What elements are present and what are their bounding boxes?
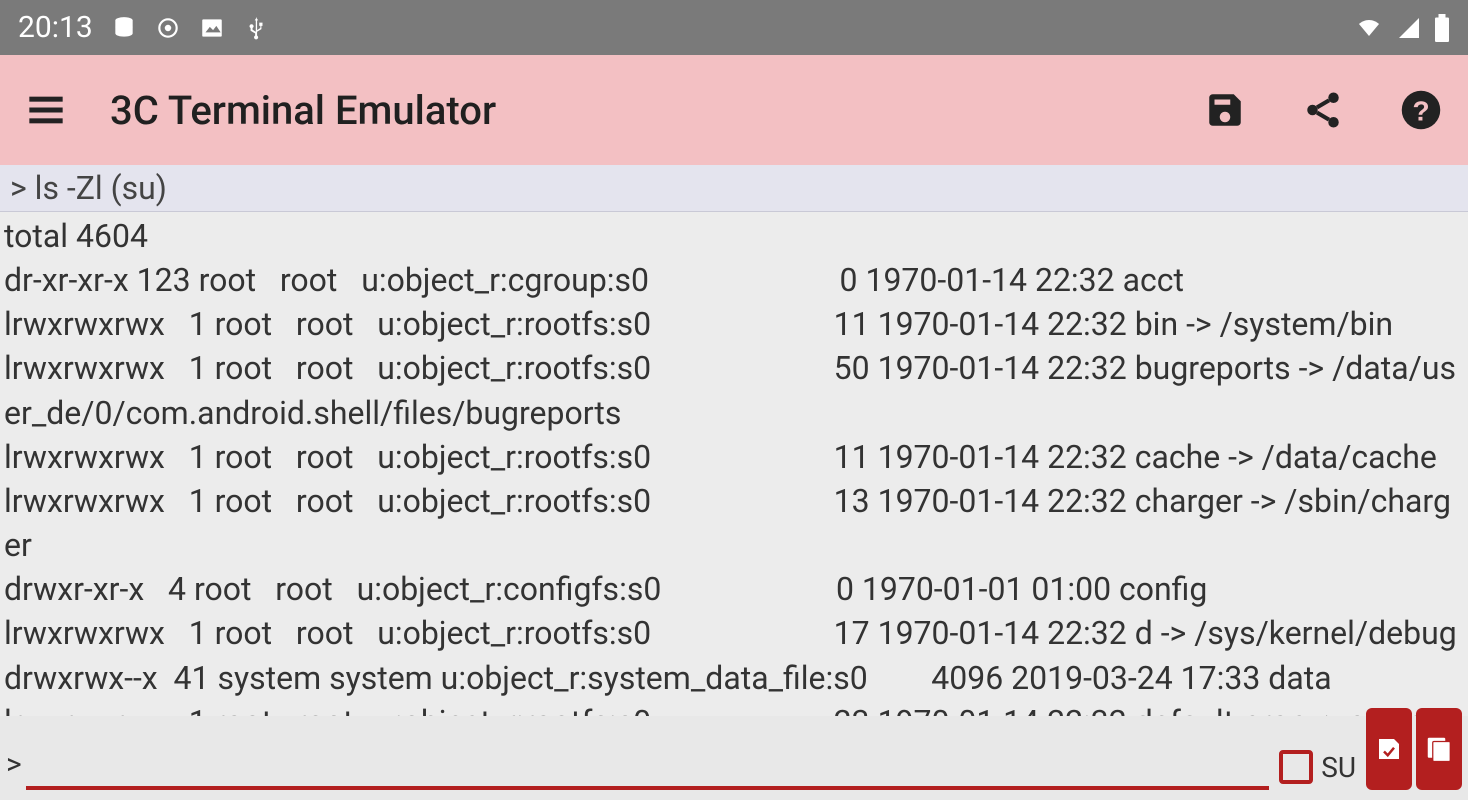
usb-icon bbox=[243, 15, 269, 41]
output-line: lrwxrwxrwx 1 root root u:object_r:rootfs… bbox=[4, 302, 1464, 346]
image-icon bbox=[199, 15, 225, 41]
share-icon bbox=[1302, 89, 1344, 131]
su-checkbox[interactable]: SU bbox=[1279, 750, 1356, 790]
output-line: dr-xr-xr-x 123 root root u:object_r:cgro… bbox=[4, 258, 1464, 302]
output-line: total 4604 bbox=[4, 214, 1464, 258]
menu-button[interactable] bbox=[22, 86, 70, 134]
output-line: lrwxrwxrwx 1 root root u:object_r:rootfs… bbox=[4, 479, 1464, 567]
output-line: drwxr-xr-x 4 root root u:object_r:config… bbox=[4, 567, 1464, 611]
output-line: drwxrwx--x 41 system system u:object_r:s… bbox=[4, 656, 1464, 700]
checkbox-icon bbox=[1279, 750, 1313, 784]
app-bar: 3C Terminal Emulator ? bbox=[0, 55, 1468, 165]
scripts-button[interactable] bbox=[1416, 708, 1462, 790]
wifi-icon bbox=[1354, 16, 1384, 40]
help-button[interactable]: ? bbox=[1396, 85, 1446, 135]
hamburger-icon bbox=[26, 90, 66, 130]
prompt-sign: > bbox=[6, 747, 22, 790]
su-label: SU bbox=[1321, 751, 1356, 784]
run-script-button[interactable] bbox=[1366, 708, 1412, 790]
command-header: > ls -Zl (su) bbox=[0, 165, 1468, 212]
status-bar: 20:13 bbox=[0, 0, 1468, 55]
target-icon bbox=[155, 15, 181, 41]
output-line: lrwxrwxrwx 1 root root u:object_r:rootfs… bbox=[4, 346, 1464, 434]
output-line: lrwxrwxrwx 1 root root u:object_r:rootfs… bbox=[4, 435, 1464, 479]
save-icon bbox=[1204, 89, 1246, 131]
save-button[interactable] bbox=[1200, 85, 1250, 135]
terminal-output[interactable]: total 4604dr-xr-xr-x 123 root root u:obj… bbox=[0, 212, 1468, 716]
database-icon bbox=[111, 15, 137, 41]
help-icon: ? bbox=[1400, 89, 1442, 131]
battery-icon bbox=[1434, 14, 1450, 42]
app-title: 3C Terminal Emulator bbox=[110, 87, 1160, 134]
command-input[interactable] bbox=[26, 748, 1270, 782]
input-row: > SU bbox=[0, 708, 1468, 790]
command-input-wrap bbox=[26, 748, 1270, 790]
script-run-icon bbox=[1374, 734, 1404, 764]
svg-text:?: ? bbox=[1412, 96, 1429, 127]
share-button[interactable] bbox=[1298, 85, 1348, 135]
output-line: lrwxrwxrwx 1 root root u:object_r:rootfs… bbox=[4, 611, 1464, 655]
status-time: 20:13 bbox=[18, 10, 93, 45]
signal-icon bbox=[1396, 16, 1422, 40]
scripts-icon bbox=[1424, 734, 1454, 764]
